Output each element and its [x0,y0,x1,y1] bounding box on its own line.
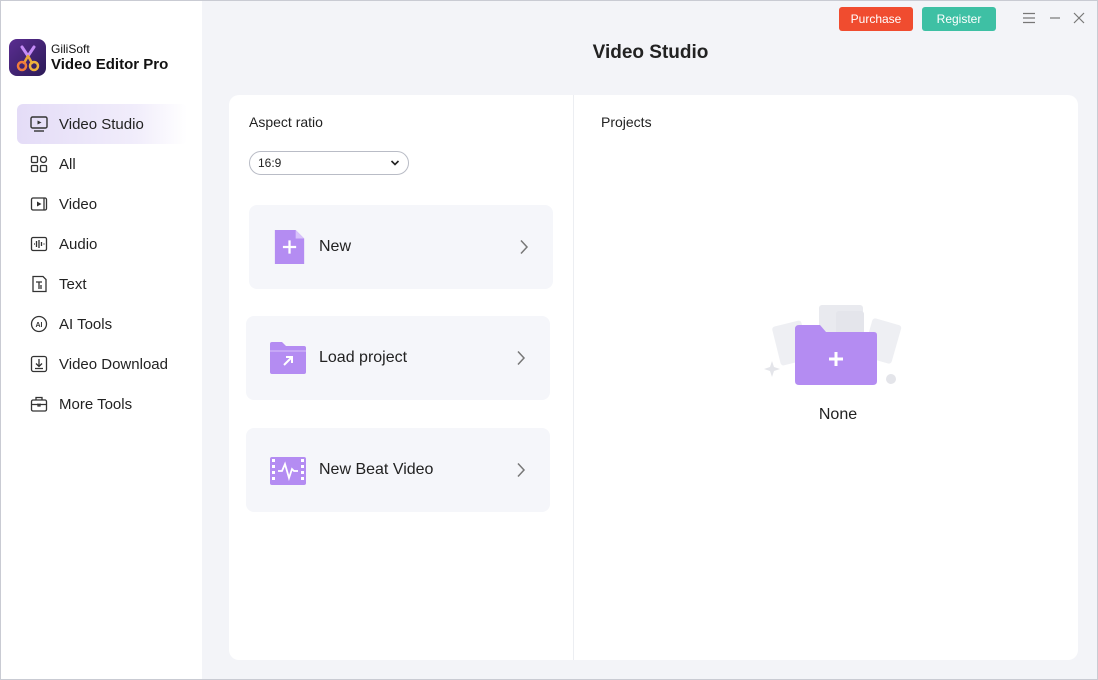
projects-label: Projects [601,114,652,130]
load-project-label: Load project [319,349,408,366]
product-name: Video Editor Pro [51,56,169,73]
sidebar-nav: Video Studio All Video Audio Text AI AI … [17,104,187,424]
new-project-button[interactable]: New [249,205,553,289]
chevron-right-icon [520,239,529,255]
video-studio-icon [30,115,48,133]
audio-icon [30,235,48,253]
grid-icon [30,155,48,173]
beat-video-icon [270,457,306,485]
sidebar-item-video-download[interactable]: Video Download [17,344,187,384]
sidebar-item-label: Video [59,195,98,213]
load-project-button[interactable]: Load project [246,316,550,400]
chevron-right-icon [517,350,526,366]
aspect-ratio-label: Aspect ratio [249,114,323,130]
folder-open-icon [270,342,306,374]
sidebar-item-video-studio[interactable]: Video Studio [17,104,187,144]
svg-text:AI: AI [36,322,43,329]
sidebar-item-label: Video Studio [59,115,144,133]
sidebar-item-all[interactable]: All [17,144,187,184]
app-window: GiliSoft Video Editor Pro Video Studio A… [0,0,1098,680]
sidebar-item-label: More Tools [59,395,133,413]
ai-icon: AI [30,315,48,333]
sidebar-item-label: AI Tools [59,315,113,333]
download-icon [30,355,48,373]
new-beat-video-label: New Beat Video [319,461,434,478]
aspect-ratio-select[interactable]: 16:9 [249,151,409,175]
text-icon [30,275,48,293]
new-project-label: New [319,238,352,255]
new-file-icon [274,230,305,264]
page-title: Video Studio [592,42,709,63]
aspect-ratio-value: 16:9 [258,156,282,170]
sidebar-item-text[interactable]: Text [17,264,187,304]
register-button[interactable]: Register [922,7,996,31]
sidebar-item-label: Audio [59,235,98,253]
purchase-button[interactable]: Purchase [839,7,913,31]
panel-divider [573,95,574,660]
sidebar-item-label: Video Download [59,355,168,373]
toolbox-icon [30,395,48,413]
brand: GiliSoft Video Editor Pro [9,39,168,76]
chevron-right-icon [517,462,526,478]
menu-icon[interactable] [1021,10,1037,26]
sidebar-item-ai-tools[interactable]: AI AI Tools [17,304,187,344]
sidebar-item-more-tools[interactable]: More Tools [17,384,187,424]
minimize-icon[interactable] [1047,10,1063,26]
chevron-down-icon [390,160,400,166]
app-logo-icon [9,39,46,76]
sidebar-item-label: Text [59,275,87,293]
studio-card: Aspect ratio 16:9 New Load project New B… [229,95,1078,660]
video-icon [30,195,48,213]
sidebar-item-audio[interactable]: Audio [17,224,187,264]
close-icon[interactable] [1071,10,1087,26]
sidebar: GiliSoft Video Editor Pro Video Studio A… [1,1,202,679]
sidebar-item-label: All [59,155,76,173]
brand-name: GiliSoft [51,42,90,56]
empty-projects-text: None [818,406,858,423]
new-beat-video-button[interactable]: New Beat Video [246,428,550,512]
empty-folder-icon [764,305,902,385]
sidebar-item-video[interactable]: Video [17,184,187,224]
